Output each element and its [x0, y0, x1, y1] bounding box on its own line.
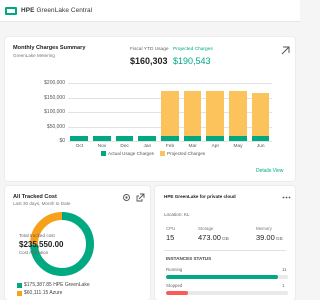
x-tick-label: Mar [188, 144, 197, 149]
total-cost-label: Total tracked cost [19, 233, 55, 238]
open-external-icon[interactable] [136, 193, 145, 202]
instances-running-fill [166, 275, 279, 279]
details-view-link[interactable]: Details View [256, 168, 283, 174]
instances-running-bar [166, 275, 288, 279]
cost-legend-azure-swatch [17, 290, 22, 296]
expand-icon[interactable] [280, 46, 290, 56]
monthly-charges-title: Monthly Charges Summary [13, 45, 86, 51]
instances-stopped-bar [166, 291, 288, 295]
hpe-logo-icon[interactable] [5, 6, 17, 15]
total-cost-value: $235,550.00 [19, 240, 64, 249]
app-title[interactable]: HPE GreenLake Central [21, 7, 92, 14]
x-tick-label: Apr [211, 144, 220, 149]
y-tick-label: $200,000 [44, 80, 65, 86]
bar-projected-apr[interactable] [206, 90, 225, 137]
stat-memory-number: 39.00 [256, 233, 275, 242]
stat-memory-unit: GB [275, 237, 283, 242]
bar-projected-mar[interactable] [183, 90, 202, 137]
bar-actual-oct[interactable] [70, 136, 89, 141]
product-label: GreenLake Central [36, 7, 93, 14]
cost-legend-hpe-swatch [17, 282, 22, 288]
total-cost-sublabel: Cost Allocation [19, 250, 49, 255]
brand-label: HPE [21, 7, 35, 14]
y-tick-label: $100,000 [44, 109, 65, 115]
instances-status-title: INSTANCES STATUS [166, 256, 212, 261]
bar-actual-jan[interactable] [138, 136, 157, 141]
grid-line [68, 83, 272, 84]
bar-projected-may[interactable] [229, 90, 247, 137]
stat-cpu-value: 15 [166, 233, 174, 242]
stat-storage-number: 473.00 [198, 233, 221, 242]
x-tick-label: Nov [97, 144, 107, 149]
instances-running-count: 11 [282, 267, 287, 272]
bar-projected-jun[interactable] [251, 92, 270, 137]
y-tick-label: $150,000 [44, 94, 65, 101]
x-tick-label: Jun [256, 144, 265, 149]
legend-forecast: Projected Charges [160, 151, 205, 156]
instances-stopped-count: 1 [282, 283, 285, 288]
divider [164, 250, 286, 251]
x-tick-label: Jan [143, 144, 152, 149]
bar-actual-apr[interactable] [206, 136, 225, 141]
stat-storage-label: Storage [198, 226, 214, 231]
y-tick-label: $50,000 [46, 123, 65, 130]
cost-legend-hpe-label: $175,387.85 HPE GreenLake [24, 282, 90, 288]
location-label: Location: KL [164, 212, 190, 217]
stat-storage-unit: GB [221, 237, 229, 242]
bar-actual-jun[interactable] [251, 136, 270, 141]
legend-forecast-swatch [160, 151, 165, 156]
x-tick-label: Oct [75, 144, 84, 149]
stat-memory-label: Memory [256, 226, 272, 231]
hpe-private-cloud-title: HPE GreenLake for private cloud [164, 194, 236, 199]
x-tick-label: May [233, 144, 243, 149]
projected-charges-label: Projected Charges [173, 47, 213, 52]
stat-cpu-number: 15 [166, 233, 175, 242]
instances-running-label: Running [166, 267, 183, 272]
instances-stopped-fill [166, 291, 188, 295]
legend-actual-swatch [101, 151, 106, 156]
legend-actual-label: Actual Usage Charges [108, 151, 154, 156]
x-tick-label: Feb [165, 144, 175, 149]
legend-actual: Actual Usage Charges [101, 151, 154, 156]
cost-legend-hpe: $175,387.85 HPE GreenLake [17, 282, 90, 288]
instances-stopped-label: Stopped [166, 283, 183, 288]
projected-charges-value: $190,543 [173, 56, 211, 66]
more-icon[interactable] [282, 193, 291, 202]
monthly-charges-subtitle: GreenLake Metering [13, 53, 55, 58]
stat-cpu-label: CPU [166, 226, 176, 231]
actual-usage-value: $160,303 [130, 56, 168, 66]
cost-legend-azure-label: $60,111.15 Azure [24, 290, 63, 296]
app-header: HPE GreenLake Central [0, 0, 300, 22]
bar-projected-feb[interactable] [161, 90, 179, 137]
tracked-cost-title: All Tracked Cost [13, 194, 57, 200]
legend-forecast-label: Projected Charges [167, 151, 206, 156]
bar-actual-nov[interactable] [93, 136, 111, 141]
bar-actual-feb[interactable] [161, 136, 179, 141]
stat-memory-value: 39.00GB [256, 233, 283, 242]
x-tick-label: Dec [120, 144, 129, 149]
y-tick-label: $0 [59, 138, 65, 144]
grid-line [68, 141, 272, 142]
stat-storage-value: 473.00GB [198, 233, 229, 242]
gear-icon[interactable] [122, 193, 131, 202]
cost-legend-azure: $60,111.15 Azure [17, 290, 62, 296]
tracked-cost-subtitle: Last 30 days, Month to Date [13, 201, 71, 206]
bar-actual-dec[interactable] [115, 136, 134, 141]
bar-actual-mar[interactable] [183, 136, 202, 141]
bar-actual-may[interactable] [229, 136, 247, 141]
actual-usage-label: Fiscal YTD Usage [130, 47, 169, 52]
